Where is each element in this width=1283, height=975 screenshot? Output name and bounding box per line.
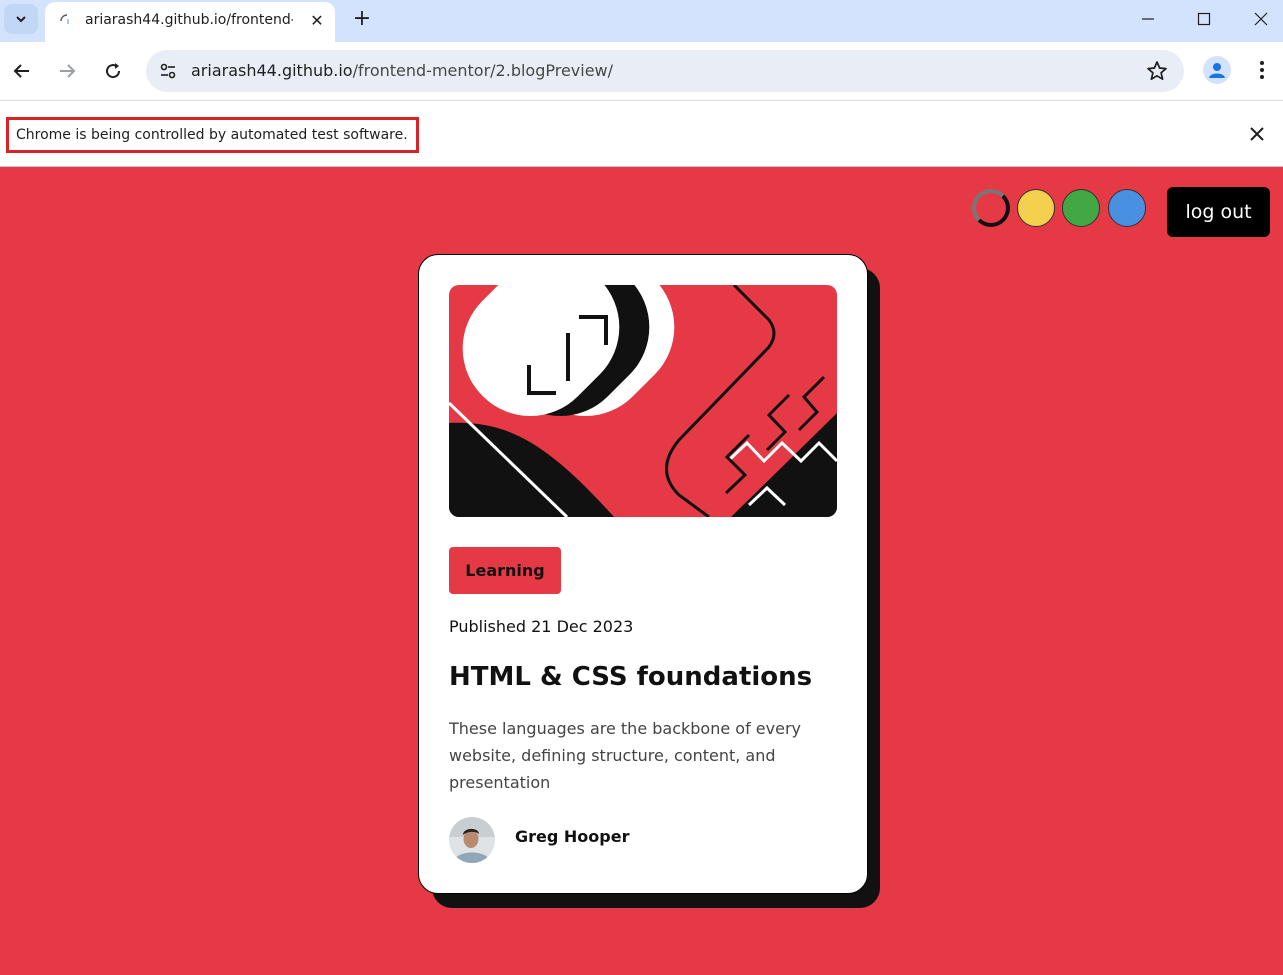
arrow-left-icon [13, 64, 29, 78]
logout-button[interactable]: log out [1167, 187, 1270, 237]
arrow-right-icon [60, 64, 76, 78]
theme-swatch-blue[interactable] [1108, 189, 1146, 227]
reload-icon [106, 63, 121, 79]
loading-favicon-icon [60, 14, 69, 24]
card-description: These languages are the backbone of ever… [449, 719, 801, 792]
close-window-button[interactable] [1233, 0, 1283, 38]
author-name: Greg Hooper [515, 827, 630, 846]
reload-button[interactable] [97, 55, 129, 87]
theme-swatch-green[interactable] [1062, 189, 1100, 227]
card-title[interactable]: HTML & CSS foundations [449, 662, 812, 692]
url-host: ariarash44.github.io [191, 61, 353, 80]
tune-icon [160, 63, 176, 79]
theme-swatch-yellow[interactable] [1017, 189, 1055, 227]
forward-button[interactable] [51, 55, 83, 87]
theme-swatch-loading[interactable] [972, 189, 1010, 227]
maximize-button[interactable] [1176, 0, 1232, 38]
address-bar[interactable]: ariarash44.github.io/frontend-mentor/2.b… [146, 50, 1184, 92]
maximize-icon [1197, 12, 1211, 26]
more-vert-icon [1260, 61, 1264, 79]
automation-infobar: Chrome is being controlled by automated … [0, 100, 1283, 167]
tab-strip: ariarash44.github.io/frontend-m ✕ + [0, 0, 1283, 42]
chevron-down-icon [16, 16, 26, 23]
close-icon [1254, 12, 1268, 26]
infobar-close-button[interactable] [1246, 123, 1268, 145]
url-text: ariarash44.github.io/frontend-mentor/2.b… [191, 61, 613, 80]
minimize-button[interactable] [1120, 0, 1176, 38]
close-icon [1250, 127, 1264, 141]
url-path: /frontend-mentor/2.blogPreview/ [352, 61, 614, 80]
person-icon [1209, 63, 1225, 78]
browser-toolbar: ariarash44.github.io/frontend-mentor/2.b… [0, 42, 1283, 100]
blog-preview-card: Learning Published 21 Dec 2023 HTML & CS… [418, 254, 868, 894]
tab-title: ariarash44.github.io/frontend-m [85, 12, 293, 28]
browser-tab[interactable]: ariarash44.github.io/frontend-m ✕ [45, 2, 335, 42]
blog-illustration [449, 285, 837, 517]
tab-close-icon[interactable]: ✕ [307, 11, 327, 31]
site-info-button[interactable] [156, 59, 180, 83]
profile-button[interactable] [1203, 56, 1231, 84]
publish-date: Published 21 Dec 2023 [449, 617, 634, 636]
tab-search-button[interactable] [4, 4, 38, 34]
author-avatar [449, 817, 495, 863]
back-button[interactable] [6, 55, 38, 87]
minimize-icon [1142, 18, 1154, 20]
browser-menu-button[interactable] [1250, 56, 1274, 84]
new-tab-button[interactable]: + [348, 6, 376, 34]
infobar-message: Chrome is being controlled by automated … [6, 117, 419, 153]
category-tag[interactable]: Learning [449, 547, 561, 594]
bookmark-star-icon[interactable] [1146, 60, 1168, 82]
